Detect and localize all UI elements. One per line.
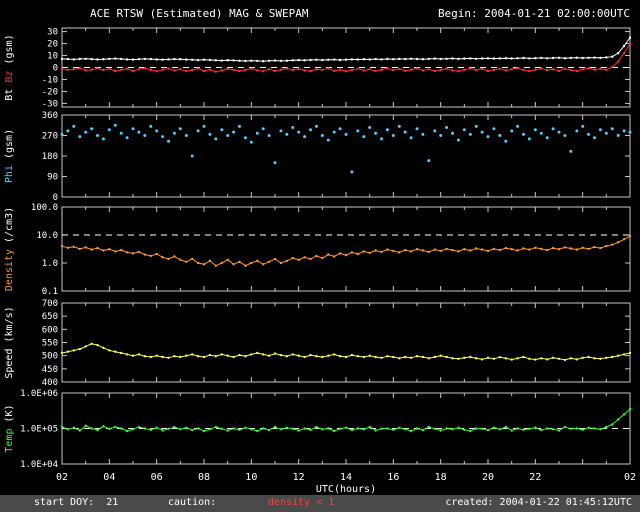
- y-tick-label-speed: 650: [42, 312, 58, 322]
- y-tick-label-temp: 1.0E+06: [20, 389, 58, 399]
- x-tick-label: 02: [624, 472, 636, 483]
- x-tick-label: 02: [56, 472, 68, 483]
- series-speed: [60, 342, 632, 362]
- y-tick-label-phi: 90: [47, 173, 58, 183]
- panel-frame-speed: [61, 302, 631, 383]
- y-axis-label-density: Density (/cm3): [4, 207, 15, 291]
- y-tick-label-bt-bz: 20: [47, 40, 58, 50]
- y-tick-label-speed: 700: [42, 299, 58, 309]
- y-tick-label-density: 1.0: [42, 259, 58, 269]
- x-tick-label: 16: [387, 472, 399, 483]
- y-tick-label-bt-bz: 0: [53, 64, 58, 74]
- y-tick-label-speed: 550: [42, 339, 58, 349]
- y-tick-label-phi: 0: [53, 193, 58, 203]
- caution-label: caution:: [168, 497, 217, 508]
- y-tick-label-speed: 450: [42, 365, 58, 375]
- y-tick-label-bt-bz: 10: [47, 52, 58, 62]
- y-axis-label-phi: Phi (gsm): [4, 129, 15, 183]
- panel-speed: 700 650 600 550 500 450 400 Speed (km/s): [4, 299, 632, 388]
- x-tick-label: 12: [293, 472, 305, 483]
- y-axis-label-speed: Speed (km/s): [4, 306, 15, 378]
- y-tick-label-bt-bz: -30: [42, 99, 58, 109]
- y-tick-label-bt-bz: 30: [47, 28, 58, 38]
- y-tick-label-phi: 270: [42, 132, 58, 142]
- x-tick-label: 08: [198, 472, 210, 483]
- plot-title: ACE RTSW (Estimated) MAG & SWEPAM: [90, 7, 309, 20]
- y-tick-label-temp: 1.0E+05: [20, 425, 58, 435]
- y-axis-label-bt-bz: Bt Bz (gsm): [4, 34, 15, 100]
- begin-timestamp: Begin: 2004-01-21 02:00:00UTC: [437, 7, 630, 20]
- caution-value: density < 1: [268, 497, 335, 508]
- x-tick-label: 14: [340, 472, 352, 483]
- x-tick-label: 04: [103, 472, 115, 483]
- y-tick-label-bt-bz: -10: [42, 75, 58, 85]
- y-tick-label-phi: 180: [42, 152, 58, 162]
- panel-density: 100.0 10.0 1.0 0.1 Density (/cm3): [4, 203, 632, 297]
- x-axis-title: UTC(hours): [316, 484, 376, 495]
- x-tick-label: 10: [245, 472, 257, 483]
- y-tick-label-speed: 500: [42, 352, 58, 362]
- start-doy-label: start DOY: 21: [34, 497, 119, 508]
- panel-frame-density: [61, 206, 631, 292]
- panel-frame-phi: [61, 114, 631, 198]
- y-tick-label-density: 10.0: [36, 231, 58, 241]
- series-line-bt: [61, 37, 631, 62]
- series-density: [60, 235, 632, 267]
- x-tick-label: 22: [529, 472, 541, 483]
- y-tick-label-temp: 1.0E+04: [20, 460, 58, 470]
- ace-rtsw-plot: ACE RTSW (Estimated) MAG & SWEPAM Begin:…: [0, 0, 640, 512]
- x-tick-label: 18: [435, 472, 447, 483]
- footer-bar: start DOY: 21 caution: density < 1 creat…: [0, 495, 640, 512]
- panel-temp: 1.0E+06 1.0E+05 1.0E+04 Temp (K): [4, 389, 632, 470]
- x-tick-label: 20: [482, 472, 494, 483]
- panel-phi: 360 270 180 90 0 Phi (gsm): [4, 111, 632, 203]
- panel-bt-bz: 30 20 10 0-10 -20 -30 Bt Bz (gsm): [4, 27, 632, 109]
- y-tick-label-phi: 360: [42, 111, 58, 121]
- panel-frame-bt-bz: [61, 27, 631, 108]
- chart-canvas: 3020100-10-20-30Bt Bz (gsm)360270180900P…: [4, 27, 636, 495]
- y-axis-label-temp: Temp (K): [4, 404, 15, 452]
- series-line-density: [61, 235, 631, 267]
- y-tick-label-speed: 400: [42, 378, 58, 388]
- y-tick-label-speed: 600: [42, 325, 58, 335]
- series-bt: [60, 36, 632, 63]
- y-tick-label-density: 100.0: [31, 203, 58, 213]
- y-tick-label-bt-bz: -20: [42, 87, 58, 97]
- series-phi: [60, 123, 632, 174]
- x-tick-label: 06: [151, 472, 163, 483]
- created-timestamp: created: 2004-01-22 01:45:12UTC: [445, 497, 632, 508]
- series-bz: [60, 42, 632, 73]
- series-temp: [60, 408, 632, 433]
- y-tick-label-density: 0.1: [42, 287, 58, 297]
